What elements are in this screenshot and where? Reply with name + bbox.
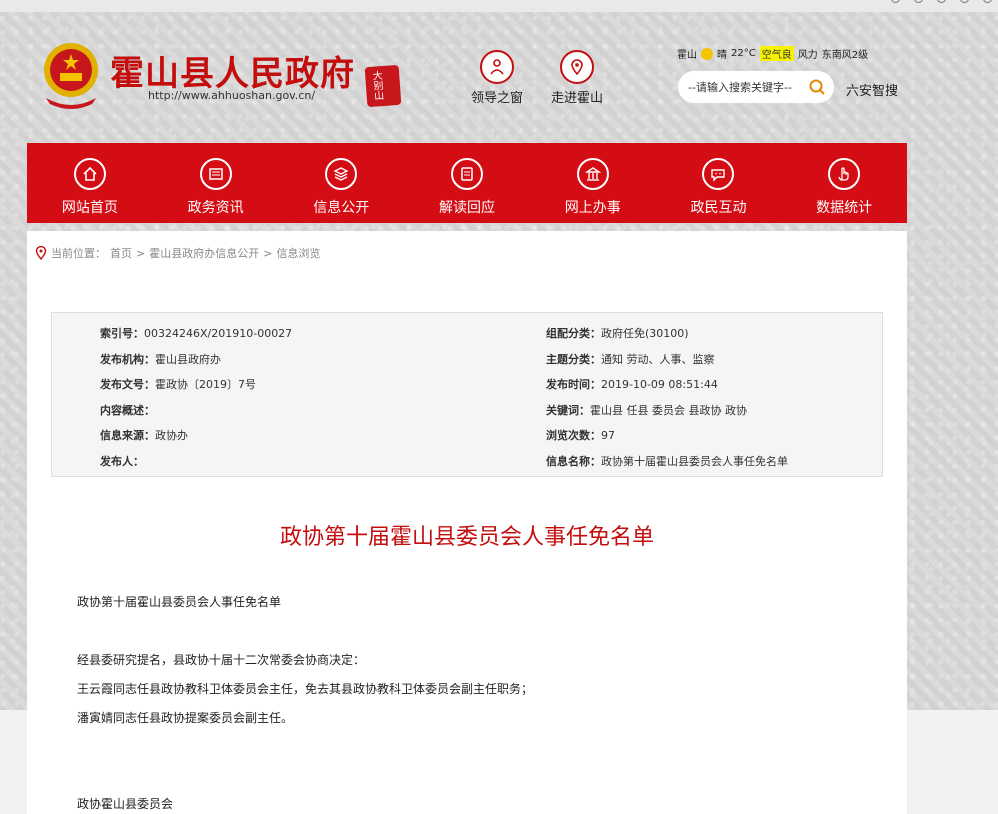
nav-label: 信息公开 (313, 200, 370, 216)
search-box (678, 71, 834, 103)
top-link[interactable] (983, 0, 992, 3)
search-input[interactable] (688, 80, 798, 94)
building-icon (576, 158, 609, 190)
lu-an-search-link[interactable]: 六安智搜 (846, 80, 898, 99)
news-icon (199, 158, 232, 190)
meta-value: 霍政协〔2019〕7号 (155, 378, 256, 391)
weather-widget: 霍山 晴 22°C 空气良 风力 东南风2级 (677, 46, 868, 61)
article-paragraph: 经县委研究提名，县政协十届十二次常委会协商决定： (77, 653, 366, 667)
breadcrumb-disclosure[interactable]: 霍山县政府办信息公开 (149, 245, 259, 261)
circle-icon (983, 0, 992, 3)
meta-key: 发布文号： (100, 378, 155, 391)
quick-link-label: 走进霍山 (550, 91, 603, 106)
breadcrumb-prefix: 当前位置： (51, 247, 106, 260)
meta-key: 发布机构： (100, 353, 155, 366)
weather-city: 霍山 (677, 50, 697, 61)
search-icon[interactable] (808, 78, 826, 96)
meta-value: 00324246X/201910-00027 (144, 327, 293, 340)
breadcrumb: 当前位置： 首页 > 霍山县政府办信息公开 > 信息浏览 (35, 245, 320, 261)
article-paragraph: 王云霞同志任县政协教科卫体委员会主任，免去其县政协教科卫体委员会副主任职务； (77, 682, 534, 696)
nav-item-news[interactable]: 政务资讯 (153, 143, 279, 223)
meta-key: 发布人： (100, 455, 144, 468)
weather-condition: 晴 (717, 50, 727, 61)
nav-item-home[interactable]: 网站首页 (27, 143, 153, 223)
breadcrumb-separator: > (263, 246, 273, 260)
meta-key: 发布时间： (546, 378, 601, 391)
home-icon (73, 158, 106, 190)
breadcrumb-current: 信息浏览 (276, 247, 321, 260)
meta-value: 政协办 (155, 429, 188, 442)
leader-icon (480, 50, 514, 84)
sun-icon (701, 47, 713, 60)
weather-temp: 22°C (731, 48, 756, 59)
metadata-table: 索引号：00324246X/201910-00027 发布机构：霍山县政府办 发… (51, 312, 883, 477)
meta-value: 霍山县政府办 (155, 353, 221, 366)
top-link[interactable] (937, 0, 946, 3)
circle-icon (914, 0, 923, 3)
chat-icon (702, 158, 735, 190)
nav-label: 网上办事 (564, 200, 621, 216)
nav-item-statistics[interactable]: 数据统计 (781, 143, 907, 223)
meta-key: 浏览次数： (546, 429, 601, 442)
layers-icon (325, 158, 358, 190)
meta-value: 政协第十届霍山县委员会人事任免名单 (601, 455, 788, 468)
location-pin-icon (35, 246, 47, 260)
top-link[interactable] (914, 0, 923, 3)
document-icon (451, 158, 484, 190)
circle-icon (937, 0, 946, 3)
meta-key: 索引号： (100, 327, 144, 340)
site-url: http://www.ahhuoshan.gov.cn/ (148, 89, 316, 102)
meta-value: 97 (601, 429, 615, 442)
quick-link-about[interactable]: 走进霍山 (542, 50, 612, 106)
meta-value: 霍山县 任县 委员会 县政协 政协 (590, 404, 747, 417)
meta-key: 组配分类： (546, 327, 601, 340)
meta-key: 内容概述： (100, 404, 155, 417)
quick-link-label: 领导之窗 (470, 91, 523, 106)
content-panel: 当前位置： 首页 > 霍山县政府办信息公开 > 信息浏览 索引号：0032424… (27, 231, 907, 814)
wind-value: 东南风2级 (821, 50, 869, 61)
meta-value: 政府任免(30100) (601, 327, 689, 340)
article-paragraph: 潘寅婧同志任县政协提案委员会副主任。 (77, 711, 294, 725)
nav-item-online-service[interactable]: 网上办事 (530, 143, 656, 223)
article-title: 政协第十届霍山县委员会人事任免名单 (279, 525, 654, 550)
hand-icon (828, 158, 861, 190)
nav-label: 数据统计 (816, 200, 873, 216)
circle-icon (960, 0, 969, 3)
location-icon (560, 50, 594, 84)
circle-icon (891, 0, 900, 3)
meta-key: 主题分类： (546, 353, 601, 366)
quick-link-leaders[interactable]: 领导之窗 (462, 50, 532, 106)
top-link[interactable] (891, 0, 900, 3)
article-signature: 政协霍山县委员会 (77, 797, 174, 811)
main-nav: 网站首页 政务资讯 信息公开 解读回应 网上办事 政民互动 数据统计 (27, 143, 907, 223)
site-title[interactable]: 霍山县人民政府 (110, 46, 355, 95)
nav-item-disclosure[interactable]: 信息公开 (278, 143, 404, 223)
meta-key: 信息来源： (100, 429, 155, 442)
nav-label: 解读回应 (439, 200, 496, 216)
meta-key: 信息名称： (546, 455, 601, 468)
nav-item-interaction[interactable]: 政民互动 (656, 143, 782, 223)
seal-logo: 大别山 (364, 64, 402, 108)
nav-label: 政民互动 (690, 200, 747, 216)
air-quality-badge: 空气良 (759, 46, 794, 61)
breadcrumb-home[interactable]: 首页 (110, 245, 132, 261)
meta-value: 通知 劳动、人事、监察 (601, 353, 715, 366)
article-paragraph: 政协第十届霍山县委员会人事任免名单 (77, 595, 282, 609)
nav-label: 政务资讯 (187, 200, 244, 216)
wind-label: 风力 (797, 50, 818, 61)
meta-value: 2019-10-09 08:51:44 (601, 378, 718, 391)
nav-item-interpretation[interactable]: 解读回应 (404, 143, 530, 223)
top-utility-bar (0, 0, 998, 12)
national-emblem-icon (44, 43, 98, 109)
meta-key: 关键词： (546, 404, 590, 417)
seal-text: 大别山 (369, 70, 383, 101)
breadcrumb-separator: > (136, 246, 146, 260)
nav-label: 网站首页 (61, 200, 118, 216)
top-link[interactable] (960, 0, 969, 3)
